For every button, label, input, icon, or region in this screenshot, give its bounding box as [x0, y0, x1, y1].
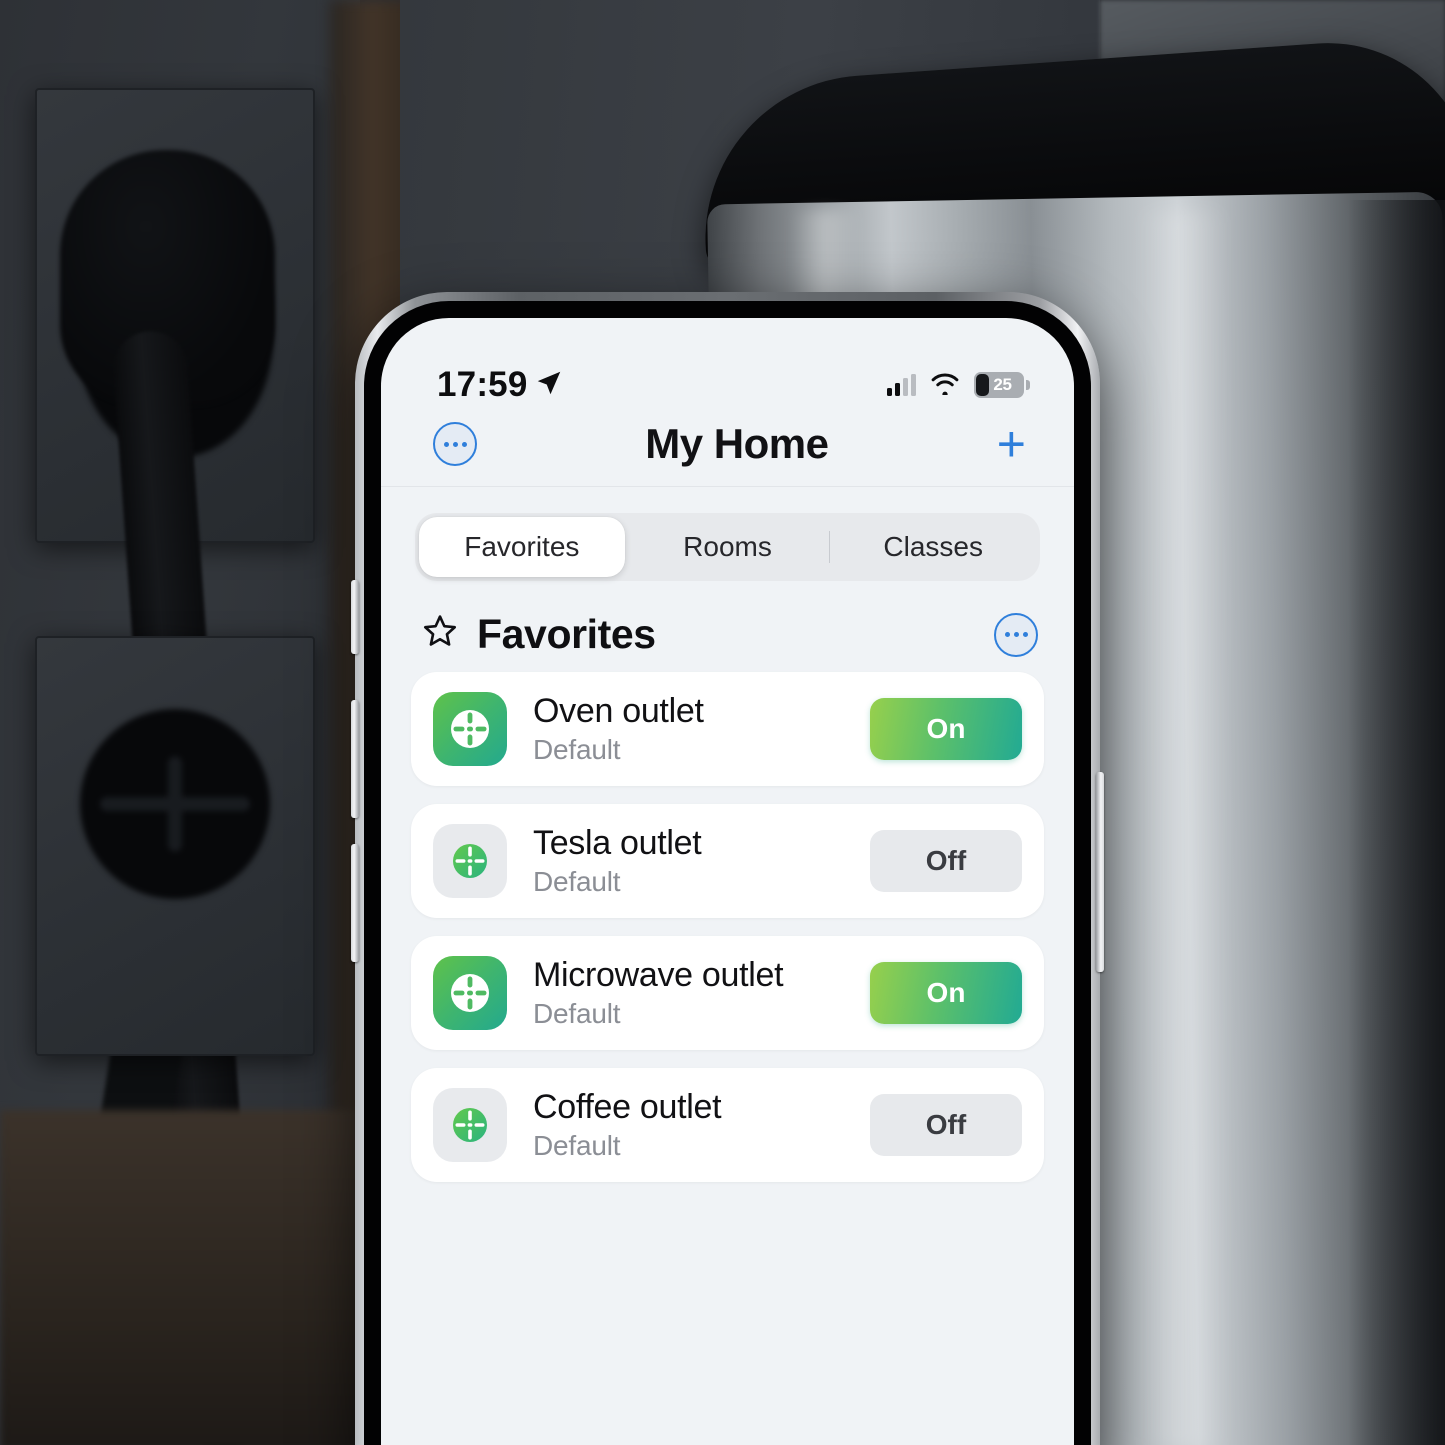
device-list: Oven outlet Default On Tesla outlet Defa… — [381, 672, 1074, 1183]
location-arrow-icon — [534, 368, 564, 403]
tab-classes[interactable]: Classes — [830, 517, 1036, 577]
device-text: Oven outlet Default — [533, 692, 870, 766]
page-title: My Home — [645, 420, 829, 467]
section-header: Favorites — [381, 581, 1074, 672]
device-state-toggle[interactable]: Off — [870, 1094, 1022, 1157]
outlet-icon — [433, 824, 507, 899]
power-button[interactable] — [1096, 772, 1104, 972]
volume-up-button[interactable] — [351, 700, 359, 818]
socket-pin-vertical — [168, 756, 182, 852]
device-row[interactable]: Microwave outlet Default On — [411, 936, 1044, 1051]
wifi-icon — [929, 371, 961, 400]
status-bar-right: 25 — [887, 371, 1030, 400]
tab-rooms[interactable]: Rooms — [625, 517, 831, 577]
phone-screen: 17:59 25 My Home + Favorites Rooms Class… — [381, 318, 1074, 1445]
outlet-icon — [433, 956, 507, 1031]
tab-rooms-label: Rooms — [683, 531, 772, 562]
device-row[interactable]: Tesla outlet Default Off — [411, 804, 1044, 919]
device-subtitle: Default — [533, 1130, 621, 1162]
device-subtitle: Default — [533, 866, 621, 898]
device-name: Oven outlet — [533, 692, 704, 730]
phone-device: 17:59 25 My Home + Favorites Rooms Class… — [351, 292, 1104, 1445]
section-title: Favorites — [477, 611, 656, 657]
device-subtitle: Default — [533, 998, 621, 1030]
outlet-icon — [433, 692, 507, 767]
tabs-container: Favorites Rooms Classes — [381, 487, 1074, 581]
navigation-bar: My Home + — [381, 414, 1074, 487]
star-outline-icon — [419, 611, 461, 658]
status-time: 17:59 — [437, 365, 528, 404]
kettle-highlight-right — [1135, 210, 1230, 1445]
ellipsis-circle-icon-nav[interactable] — [433, 422, 477, 466]
kettle-shadow-right — [1348, 200, 1445, 1445]
battery-percent: 25 — [993, 375, 1012, 394]
device-subtitle: Default — [533, 734, 621, 766]
wall-socket-lower — [35, 636, 315, 1056]
ellipsis-circle-icon-section[interactable] — [994, 612, 1038, 657]
outlet-icon — [433, 1088, 507, 1163]
status-bar: 17:59 25 — [381, 318, 1074, 414]
device-row[interactable]: Oven outlet Default On — [411, 672, 1044, 787]
section-header-left: Favorites — [419, 611, 656, 658]
background-floor — [0, 1110, 400, 1445]
plus-icon[interactable]: + — [997, 419, 1026, 469]
device-state-toggle[interactable]: On — [870, 698, 1022, 761]
photo-scene: 17:59 25 My Home + Favorites Rooms Class… — [0, 0, 1445, 1445]
device-state-toggle[interactable]: On — [870, 962, 1022, 1025]
device-name: Microwave outlet — [533, 956, 784, 995]
device-row[interactable]: Coffee outlet Default Off — [411, 1068, 1044, 1183]
socket-hole-lower — [80, 709, 270, 900]
device-name: Tesla outlet — [533, 824, 702, 863]
device-state-toggle[interactable]: Off — [870, 830, 1022, 893]
volume-down-button[interactable] — [351, 844, 359, 962]
device-text: Coffee outlet Default — [533, 1088, 870, 1162]
segmented-control: Favorites Rooms Classes — [415, 513, 1040, 581]
status-bar-left: 17:59 — [437, 365, 564, 405]
device-text: Microwave outlet Default — [533, 956, 870, 1030]
action-button[interactable] — [351, 580, 359, 654]
tab-favorites[interactable]: Favorites — [419, 517, 625, 577]
device-text: Tesla outlet Default — [533, 824, 870, 898]
cellular-bars-icon — [887, 374, 916, 396]
battery-icon: 25 — [974, 372, 1030, 398]
device-name: Coffee outlet — [533, 1088, 722, 1127]
